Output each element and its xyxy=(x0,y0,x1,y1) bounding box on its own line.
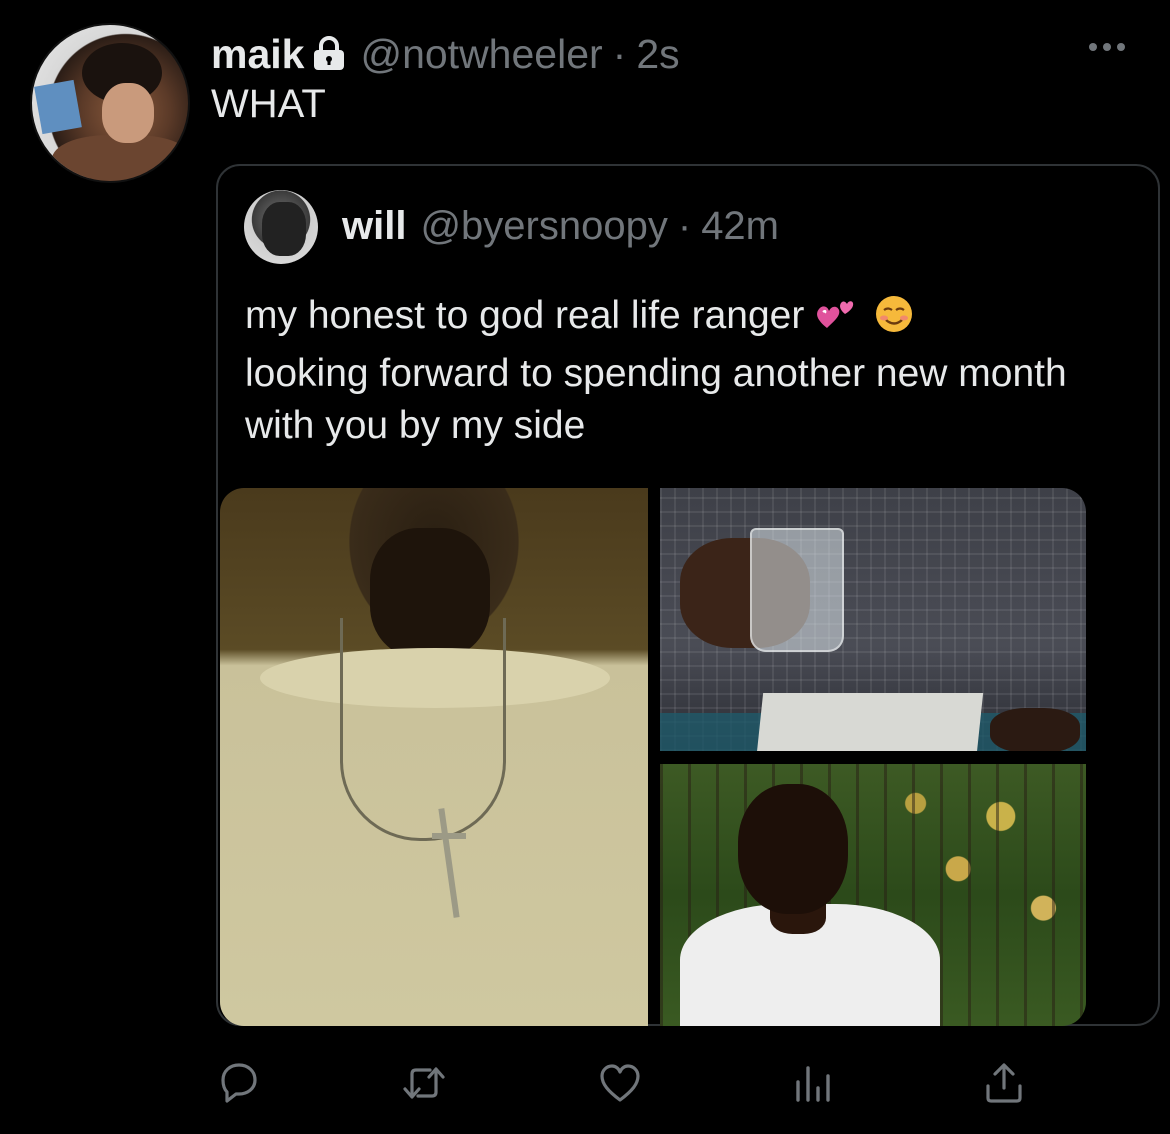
avatar[interactable] xyxy=(30,23,190,183)
like-button[interactable] xyxy=(598,1060,642,1106)
retweet-button[interactable] xyxy=(402,1060,446,1106)
analytics-icon xyxy=(796,1066,830,1102)
share-icon xyxy=(986,1063,1022,1103)
quoted-header: will @byersnoopy · 42m xyxy=(342,202,779,250)
media-grid xyxy=(220,488,1086,1026)
reply-icon xyxy=(221,1063,257,1103)
lock-icon xyxy=(312,32,346,70)
two-hearts-emoji xyxy=(815,294,859,348)
more-icon[interactable] xyxy=(1088,38,1126,56)
analytics-button[interactable] xyxy=(790,1060,834,1106)
glass-of-water-photo[interactable] xyxy=(660,488,1086,751)
quoted-tweet[interactable]: will @byersnoopy · 42m my honest to god … xyxy=(216,164,1160,1026)
quoted-text-line1: my honest to god real life ranger xyxy=(245,294,805,337)
quoted-author-name[interactable]: will xyxy=(342,202,406,250)
garden-portrait-photo[interactable] xyxy=(660,764,1086,1026)
reply-button[interactable] xyxy=(217,1060,261,1106)
action-bar xyxy=(0,1060,1170,1110)
separator: · xyxy=(612,31,627,77)
author-name[interactable]: maik xyxy=(211,28,304,80)
like-icon xyxy=(600,1064,640,1102)
separator: · xyxy=(677,204,692,248)
smiling-emoji xyxy=(870,294,914,348)
quoted-author-handle[interactable]: @byersnoopy xyxy=(420,202,667,250)
timestamp[interactable]: 2s xyxy=(636,28,679,80)
tweet-header: maik @notwheeler · 2s xyxy=(211,28,680,80)
author-handle[interactable]: @notwheeler xyxy=(360,28,602,80)
tweet-text: WHAT xyxy=(211,82,326,126)
quoted-avatar[interactable] xyxy=(244,190,318,264)
necklace-photo[interactable] xyxy=(220,488,648,1026)
quoted-timestamp: 42m xyxy=(701,204,779,248)
quoted-text-rest: looking forward to spending another new … xyxy=(245,352,1067,447)
tweet: maik @notwheeler · 2s WHAT will @byersno… xyxy=(0,0,1170,1134)
share-button[interactable] xyxy=(982,1060,1026,1106)
quoted-text: my honest to god real life ranger lookin… xyxy=(245,290,1125,452)
retweet-icon xyxy=(403,1067,445,1099)
